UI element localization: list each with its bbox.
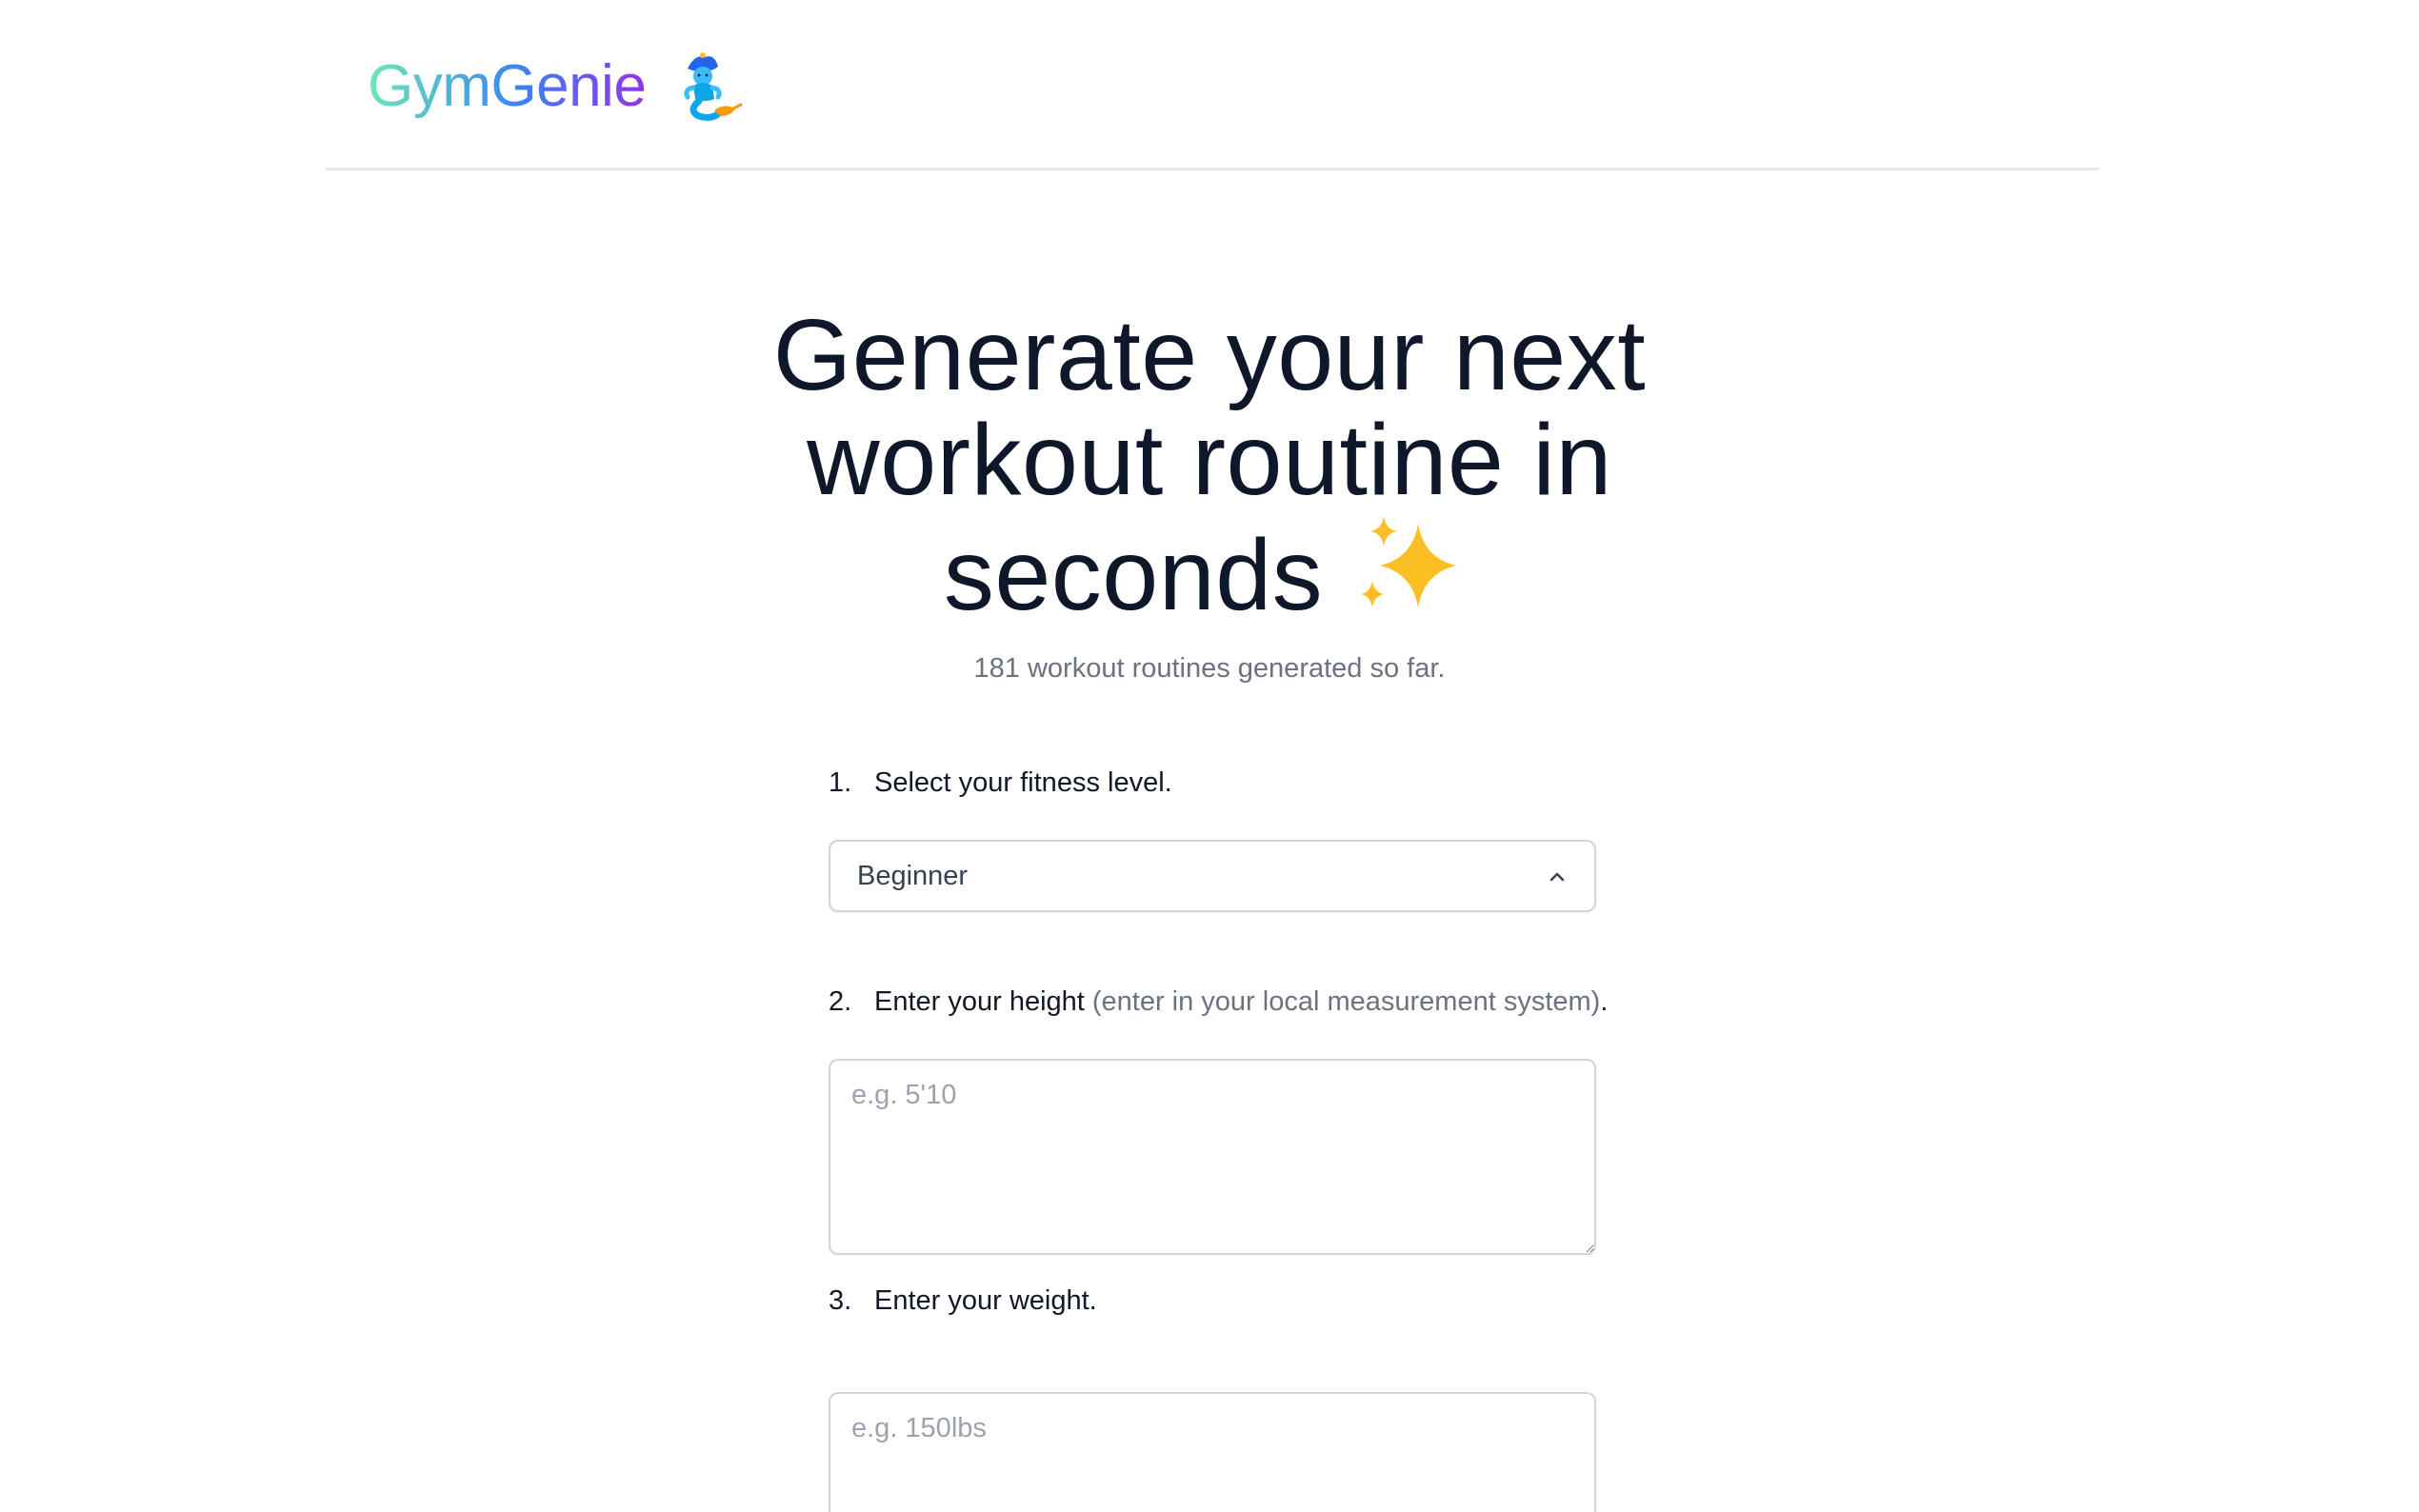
step-2-number: 2.	[829, 986, 852, 1017]
weight-input[interactable]	[829, 1392, 1596, 1512]
chevron-up-icon	[1549, 872, 1565, 882]
sparkles-icon	[1361, 516, 1457, 607]
step-2-text: Enter your height	[874, 986, 1085, 1017]
logo-text: GymGenie	[368, 52, 647, 119]
genie-icon	[684, 52, 743, 121]
hero-title-text: Generate your next workout routine in se…	[772, 299, 1647, 631]
step-1-label: 1. Select your fitness level.	[829, 767, 1172, 799]
step-3-text: Enter your weight.	[874, 1285, 1097, 1316]
step-2-label: 2. Enter your height (enter in your loca…	[829, 986, 1608, 1018]
routines-counter: 181 workout routines generated so far.	[973, 653, 1446, 684]
step-2-suffix: .	[1600, 986, 1609, 1017]
hero-title: Generate your next workout routine in se…	[733, 303, 1686, 627]
site-header: GymGenie	[326, 0, 2099, 170]
page: GymGenie Generate your next workout rout…	[0, 0, 2419, 1512]
step-2-hint: (enter in your local measurement system)	[1091, 986, 1601, 1017]
fitness-level-value: Beginner	[857, 861, 969, 891]
step-1-number: 1.	[829, 767, 852, 798]
height-input[interactable]	[829, 1059, 1596, 1255]
logo-link[interactable]: GymGenie	[368, 44, 743, 128]
step-1-text: Select your fitness level.	[874, 767, 1172, 798]
step-3-label: 3. Enter your weight.	[829, 1285, 1097, 1317]
step-3-number: 3.	[829, 1285, 852, 1316]
fitness-level-select[interactable]: Beginner	[829, 840, 1596, 912]
